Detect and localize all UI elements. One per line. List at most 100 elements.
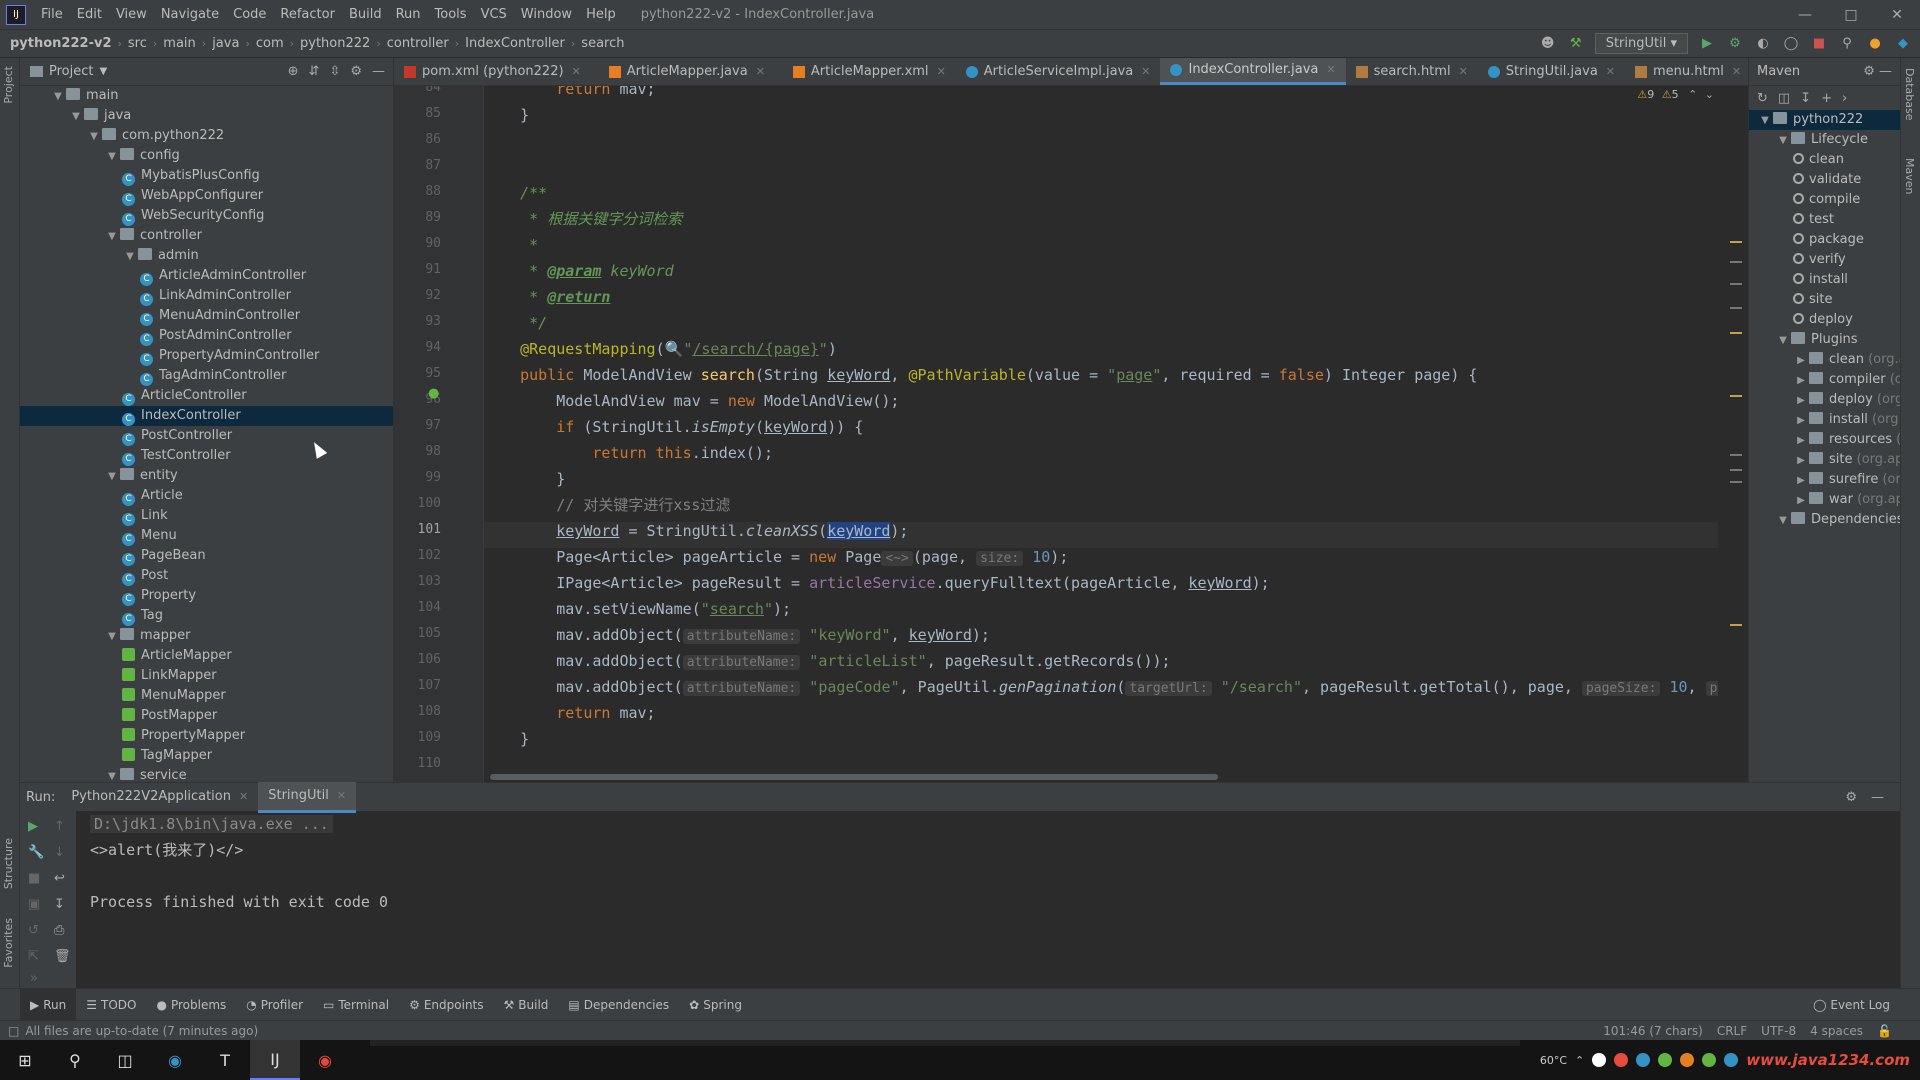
typora-icon[interactable]: T xyxy=(200,1040,250,1080)
browser-icon[interactable]: ◉ xyxy=(150,1040,200,1080)
wechat-icon[interactable] xyxy=(1702,1053,1717,1067)
project-tree-item[interactable]: C Tag xyxy=(20,606,393,626)
chevron-down-icon[interactable]: ▼ xyxy=(104,147,120,167)
close-icon[interactable]: ✕ xyxy=(572,58,581,85)
code-line[interactable]: mav.addObject(attributeName: "articleLis… xyxy=(484,648,1171,674)
maven-tree-item[interactable]: site xyxy=(1749,290,1900,310)
camera-icon[interactable]: ▣ xyxy=(28,897,40,912)
editor-tab[interactable]: IndexController.java ✕ xyxy=(1160,58,1346,85)
editor-tab[interactable]: search.html ✕ xyxy=(1346,58,1478,85)
inspection-widget[interactable]: ⚠9 ⚠5 ⌃ ⌄ xyxy=(1637,88,1714,101)
close-icon[interactable]: ✕ xyxy=(1326,58,1335,84)
maven-tree-item[interactable]: ▼ Lifecycle xyxy=(1749,130,1900,150)
code-line[interactable]: mav.addObject(attributeName: "pageCode",… xyxy=(484,674,1748,700)
menu-edit[interactable]: Edit xyxy=(70,7,109,22)
code-line[interactable]: return mav; xyxy=(484,86,655,102)
search-icon[interactable]: ⚲ xyxy=(50,1040,100,1080)
request-mapping-icon[interactable]: ● xyxy=(428,386,439,401)
project-tree-item[interactable]: C Link xyxy=(20,506,393,526)
menu-view[interactable]: View xyxy=(109,7,154,22)
code-line[interactable]: * @param keyWord xyxy=(484,258,674,284)
code-line[interactable]: return mav; xyxy=(484,700,655,726)
maven-tree-item[interactable]: package xyxy=(1749,230,1900,250)
rerun-icon[interactable]: ▶ xyxy=(28,819,38,834)
tray-app-icon[interactable] xyxy=(1680,1053,1695,1067)
code-line[interactable]: IPage<Article> pageResult = articleServi… xyxy=(484,570,1269,596)
chevron-right-icon[interactable]: ▶ xyxy=(1793,451,1809,470)
indent-setting[interactable]: 4 spaces xyxy=(1810,1024,1863,1038)
code-line[interactable]: * @return xyxy=(484,284,610,310)
breadcrumb-item[interactable]: controller xyxy=(384,36,452,51)
chrome-icon[interactable]: ◉ xyxy=(300,1040,350,1080)
code-line[interactable]: } xyxy=(484,102,529,128)
maven-tree-item[interactable]: compile xyxy=(1749,190,1900,210)
code-line[interactable]: mav.setViewName("search"); xyxy=(484,596,791,622)
project-tree-item[interactable]: ▼ controller xyxy=(20,226,393,246)
maven-tree-item[interactable]: verify xyxy=(1749,250,1900,270)
update-icon[interactable]: ● xyxy=(1866,35,1884,53)
code-area[interactable]: return mav; } /** * 根据关键字分词检索 * * @param… xyxy=(484,86,1748,782)
bottom-tool-endpoints[interactable]: ⚙ Endpoints xyxy=(399,998,493,1012)
user-icon[interactable]: ☻ xyxy=(1539,35,1557,53)
windows-start-icon[interactable]: ⊞ xyxy=(0,1040,50,1080)
chevron-right-icon[interactable]: ▶ xyxy=(1793,391,1809,410)
bottom-tool-todo[interactable]: ☰ TODO xyxy=(76,998,146,1012)
project-tree-item[interactable]: LinkMapper xyxy=(20,666,393,686)
project-tree-item[interactable]: MenuMapper xyxy=(20,686,393,706)
code-line[interactable]: @RequestMapping(🔍"/search/{page}") xyxy=(484,336,837,362)
stop-icon[interactable]: ■ xyxy=(28,871,40,886)
menu-tools[interactable]: Tools xyxy=(428,7,474,22)
code-line[interactable]: public ModelAndView search(String keyWor… xyxy=(484,362,1477,388)
menu-window[interactable]: Window xyxy=(514,7,579,22)
editor-tab[interactable]: StringUtil.java ✕ xyxy=(1478,58,1625,85)
run-config-select[interactable]: StringUtil ▾ xyxy=(1594,33,1688,54)
menu-run[interactable]: Run xyxy=(389,7,428,22)
bottom-tool-spring[interactable]: ✿ Spring xyxy=(679,998,752,1012)
run-tab[interactable]: StringUtil ✕ xyxy=(258,781,357,813)
chevron-down-icon[interactable]: ▼ xyxy=(104,467,120,487)
maven-tree-item[interactable]: ▼ Plugins xyxy=(1749,330,1900,350)
editor-tab[interactable]: ArticleMapper.java ✕ xyxy=(591,58,775,85)
menu-build[interactable]: Build xyxy=(342,7,389,22)
run-icon[interactable]: ▶ xyxy=(1698,35,1716,53)
project-tree-item[interactable]: ▼ entity xyxy=(20,466,393,486)
maven-tree-item[interactable]: install xyxy=(1749,270,1900,290)
more-icon[interactable]: › xyxy=(1842,91,1847,106)
locate-icon[interactable]: ⊕ xyxy=(288,64,299,79)
coverage-icon[interactable]: ◐ xyxy=(1754,35,1772,53)
hide-icon[interactable]: — xyxy=(372,64,385,79)
minimize-icon[interactable]: — xyxy=(1782,0,1828,30)
maven-tree-item[interactable]: validate xyxy=(1749,170,1900,190)
code-line[interactable]: mav.addObject(attributeName: "keyWord", … xyxy=(484,622,990,648)
editor-tab[interactable]: ArticleServiceImpl.java ✕ xyxy=(956,58,1161,85)
more-icon[interactable]: » xyxy=(30,971,38,986)
close-icon[interactable]: ✕ xyxy=(937,58,946,85)
bottom-tool-dependencies[interactable]: ▤ Dependencies xyxy=(558,998,679,1012)
project-tree-item[interactable]: ▼ admin xyxy=(20,246,393,266)
bottom-tool-run[interactable]: ▶ Run xyxy=(20,988,77,1021)
code-line[interactable]: return this.index(); xyxy=(484,440,773,466)
project-tree-item[interactable]: C IndexController xyxy=(20,406,393,426)
project-tree-item[interactable]: C Article xyxy=(20,486,393,506)
maven-tree-item[interactable]: ▶ clean (org.a xyxy=(1749,350,1900,370)
chevron-down-icon[interactable]: ▼ xyxy=(1775,511,1791,530)
close-icon[interactable]: ✕ xyxy=(1459,58,1468,85)
bottom-tool-problems[interactable]: ● Problems xyxy=(146,998,236,1012)
maximize-icon[interactable]: □ xyxy=(1828,0,1874,30)
chevron-down-icon[interactable]: ▼ xyxy=(99,66,107,77)
project-tree-item[interactable]: C PropertyAdminController xyxy=(20,346,393,366)
code-line[interactable]: // 对关键字进行xss过滤 xyxy=(484,492,730,518)
code-line[interactable]: ModelAndView mav = new ModelAndView(); xyxy=(484,388,899,414)
project-tree-item[interactable]: C MybatisPlusConfig xyxy=(20,166,393,186)
project-tree-item[interactable]: C Menu xyxy=(20,526,393,546)
breadcrumb-item[interactable]: src xyxy=(125,36,150,51)
maven-tool-tab[interactable]: Maven xyxy=(1903,158,1916,194)
line-separator[interactable]: CRLF xyxy=(1717,1024,1747,1038)
file-encoding[interactable]: UTF-8 xyxy=(1761,1024,1796,1038)
project-tree-item[interactable]: C TagAdminController xyxy=(20,366,393,386)
add-icon[interactable]: + xyxy=(1821,91,1832,106)
add-project-icon[interactable]: ◫ xyxy=(1778,91,1790,106)
tray-app-icon[interactable] xyxy=(1614,1053,1629,1067)
down-icon[interactable]: ↓ xyxy=(54,845,65,860)
download-icon[interactable]: ↧ xyxy=(1800,91,1811,106)
